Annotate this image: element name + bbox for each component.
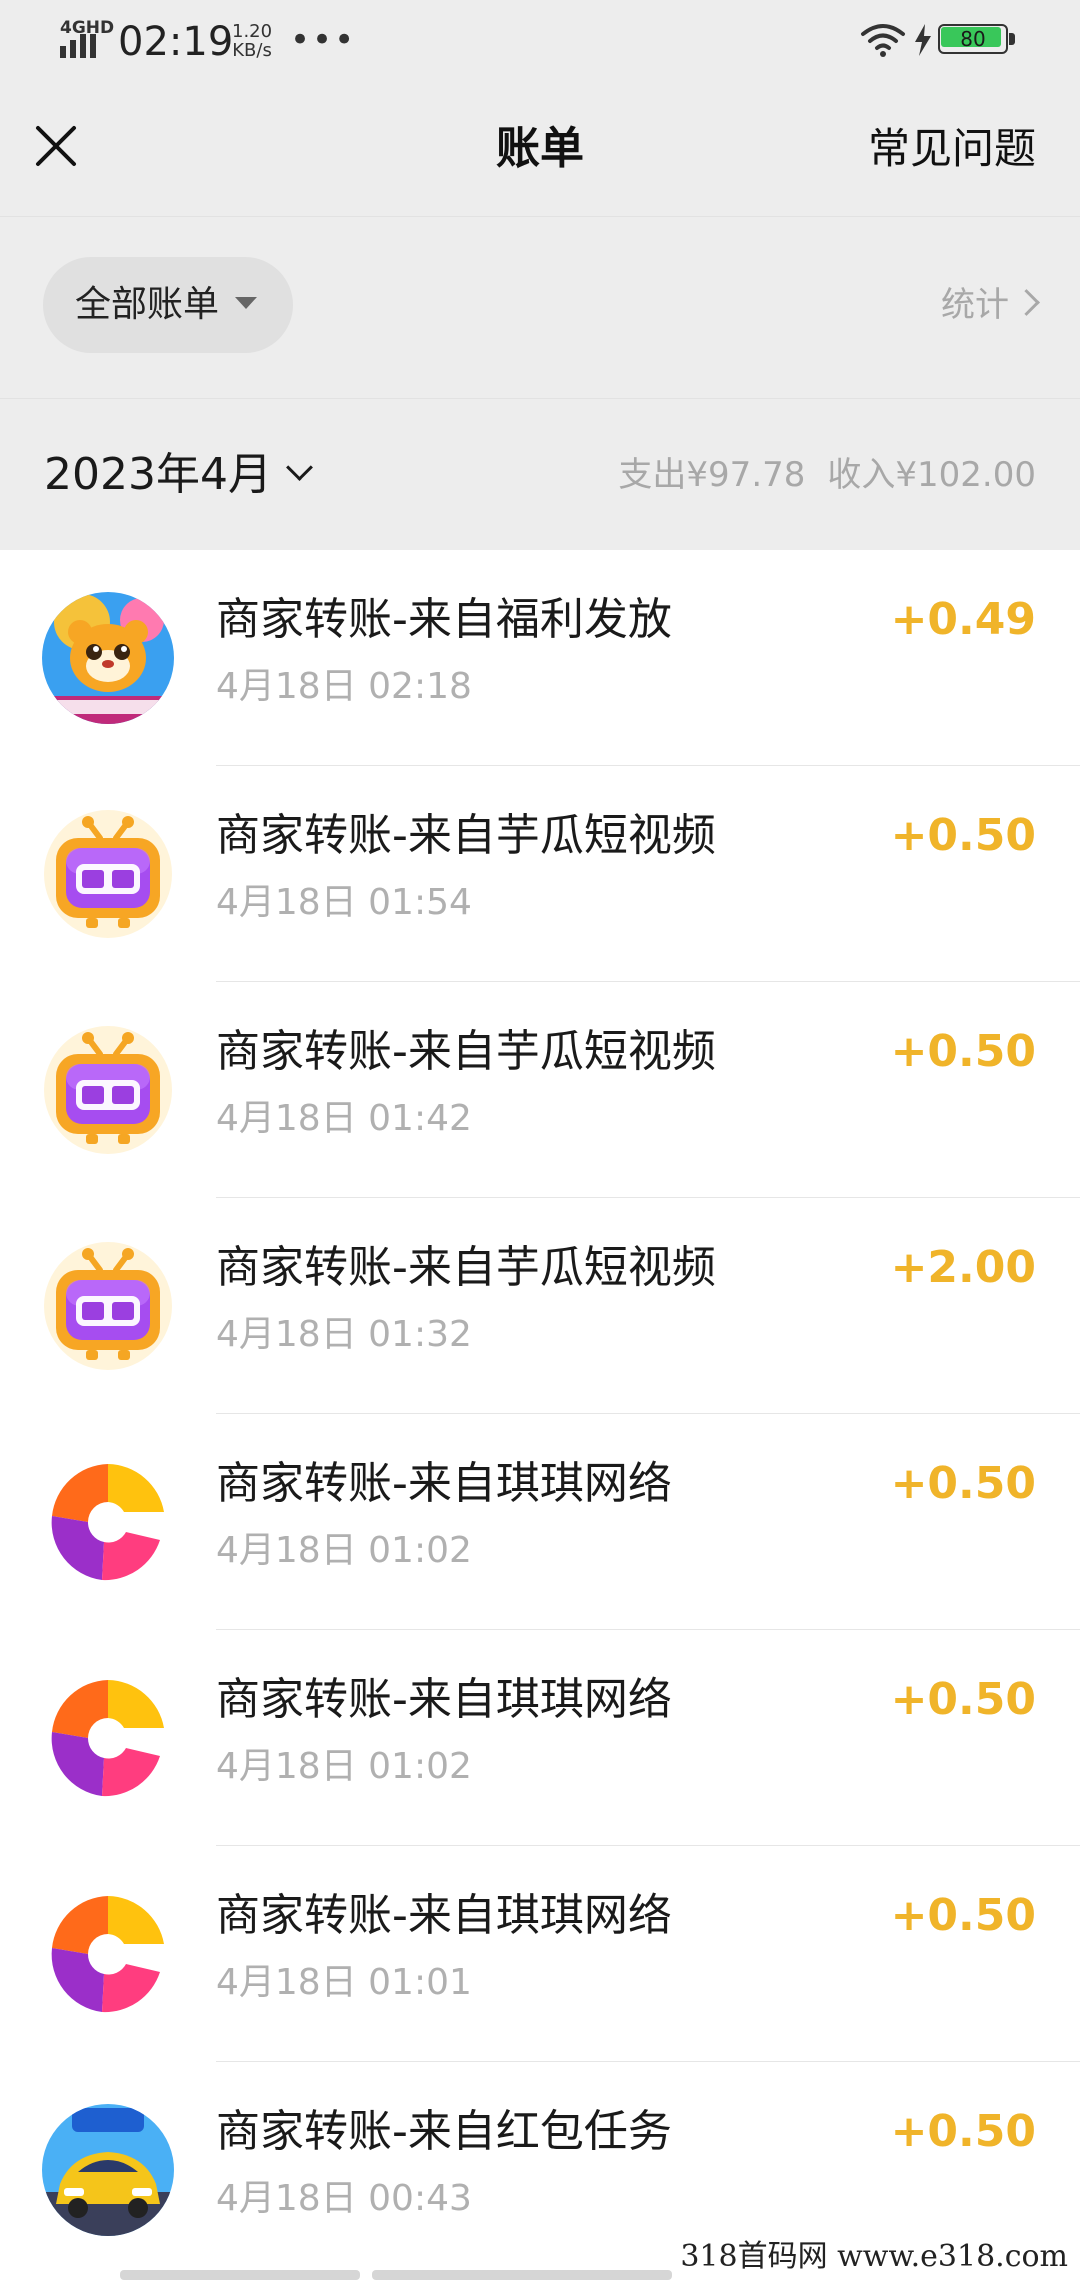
transaction-title: 商家转账-来自琪琪网络 <box>216 1890 672 1941</box>
bottom-bar-segment <box>120 2270 360 2280</box>
speed-value: 1.20 <box>232 21 273 42</box>
signal-icon <box>60 34 96 58</box>
transaction-item[interactable]: 商家转账-来自琪琪网络 4月18日 01:02 +0.50 <box>0 1630 1080 1846</box>
transaction-title: 商家转账-来自琪琪网络 <box>216 1458 672 1509</box>
transaction-amount: +2.00 <box>890 1242 1036 1293</box>
transaction-title: 商家转账-来自芋瓜短视频 <box>216 1242 716 1293</box>
kandian-tv-icon <box>44 1242 172 1370</box>
bill-filter-dropdown[interactable]: 全部账单 <box>43 257 293 353</box>
transaction-time: 4月18日 01:01 <box>216 1962 472 2003</box>
statistics-label: 统计 <box>941 285 1009 325</box>
transaction-item[interactable]: 商家转账-来自琪琪网络 4月18日 01:02 +0.50 <box>0 1414 1080 1630</box>
month-income: 收入¥102.00 <box>827 455 1036 495</box>
close-icon[interactable] <box>30 120 82 172</box>
kandian-tv-icon <box>44 1026 172 1154</box>
chevron-down-icon <box>286 454 313 481</box>
filter-bar: 全部账单 统计 <box>0 216 1080 398</box>
transaction-time: 4月18日 02:18 <box>216 666 472 707</box>
transaction-item[interactable]: 商家转账-来自芋瓜短视频 4月18日 01:42 +0.50 <box>0 982 1080 1198</box>
transaction-title: 商家转账-来自红包任务 <box>216 2106 672 2157</box>
transaction-amount: +0.50 <box>890 1674 1036 1725</box>
transaction-time: 4月18日 00:43 <box>216 2178 472 2219</box>
kandian-tv-icon <box>44 810 172 938</box>
status-time: 02:19 <box>118 19 234 65</box>
transaction-time: 4月18日 01:02 <box>216 1746 472 1787</box>
statistics-link[interactable]: 统计 <box>941 257 1040 353</box>
battery-icon: 80 <box>938 24 1018 58</box>
transaction-time: 4月18日 01:02 <box>216 1530 472 1571</box>
transaction-item[interactable]: 商家转账-来自福利发放 4月18日 02:18 +0.49 <box>0 550 1080 766</box>
transaction-amount: +0.50 <box>890 1026 1036 1077</box>
qiqi-logo-icon <box>44 1674 172 1802</box>
transaction-list: 商家转账-来自福利发放 4月18日 02:18 +0.49 商家转账-来自芋瓜短… <box>0 550 1080 2278</box>
transaction-amount: +0.50 <box>890 1458 1036 1509</box>
qiqi-logo-icon <box>44 1458 172 1586</box>
month-selector[interactable]: 2023年4月 <box>44 399 313 551</box>
network-speed: 1.20 KB/s <box>232 22 272 60</box>
transaction-amount: +0.49 <box>890 594 1036 645</box>
transaction-item[interactable]: 商家转账-来自芋瓜短视频 4月18日 01:54 +0.50 <box>0 766 1080 982</box>
transaction-item[interactable]: 商家转账-来自芋瓜短视频 4月18日 01:32 +2.00 <box>0 1198 1080 1414</box>
bill-filter-label: 全部账单 <box>75 284 220 325</box>
faq-link[interactable]: 常见问题 <box>868 82 1036 216</box>
battery-cap <box>1009 33 1015 45</box>
bottom-bar-segment <box>372 2270 672 2280</box>
transaction-item[interactable]: 商家转账-来自琪琪网络 4月18日 01:01 +0.50 <box>0 1846 1080 2062</box>
status-bar: 4GHD 02:19 1.20 KB/s ••• 80 <box>0 0 1080 82</box>
qiqi-logo-icon <box>44 1890 172 2018</box>
transaction-title: 商家转账-来自琪琪网络 <box>216 1674 672 1725</box>
tiger-game-icon <box>42 592 174 724</box>
transaction-title: 商家转账-来自芋瓜短视频 <box>216 1026 716 1077</box>
title-bar: 账单 常见问题 <box>0 82 1080 216</box>
month-expense: 支出¥97.78 <box>618 455 806 495</box>
transaction-amount: +0.50 <box>890 2106 1036 2157</box>
month-label: 2023年4月 <box>44 449 272 500</box>
charging-icon <box>915 24 931 56</box>
transaction-time: 4月18日 01:32 <box>216 1314 472 1355</box>
speed-unit: KB/s <box>232 40 272 61</box>
transaction-title: 商家转账-来自芋瓜短视频 <box>216 810 716 861</box>
wifi-icon <box>861 24 905 57</box>
month-header: 2023年4月 支出¥97.78 收入¥102.00 <box>0 398 1080 550</box>
battery-level: 80 <box>960 27 986 51</box>
caret-down-icon <box>235 297 257 309</box>
watermark: 318首码网 www.e318.com <box>674 2236 1074 2278</box>
transaction-title: 商家转账-来自福利发放 <box>216 594 672 645</box>
car-2048-icon <box>42 2104 174 2236</box>
transaction-amount: +0.50 <box>890 810 1036 861</box>
transaction-amount: +0.50 <box>890 1890 1036 1941</box>
transaction-time: 4月18日 01:42 <box>216 1098 472 1139</box>
chevron-right-icon <box>1013 289 1040 316</box>
transaction-time: 4月18日 01:54 <box>216 882 472 923</box>
month-summary: 支出¥97.78 收入¥102.00 <box>618 399 1036 551</box>
more-notifications-icon: ••• <box>290 20 357 60</box>
